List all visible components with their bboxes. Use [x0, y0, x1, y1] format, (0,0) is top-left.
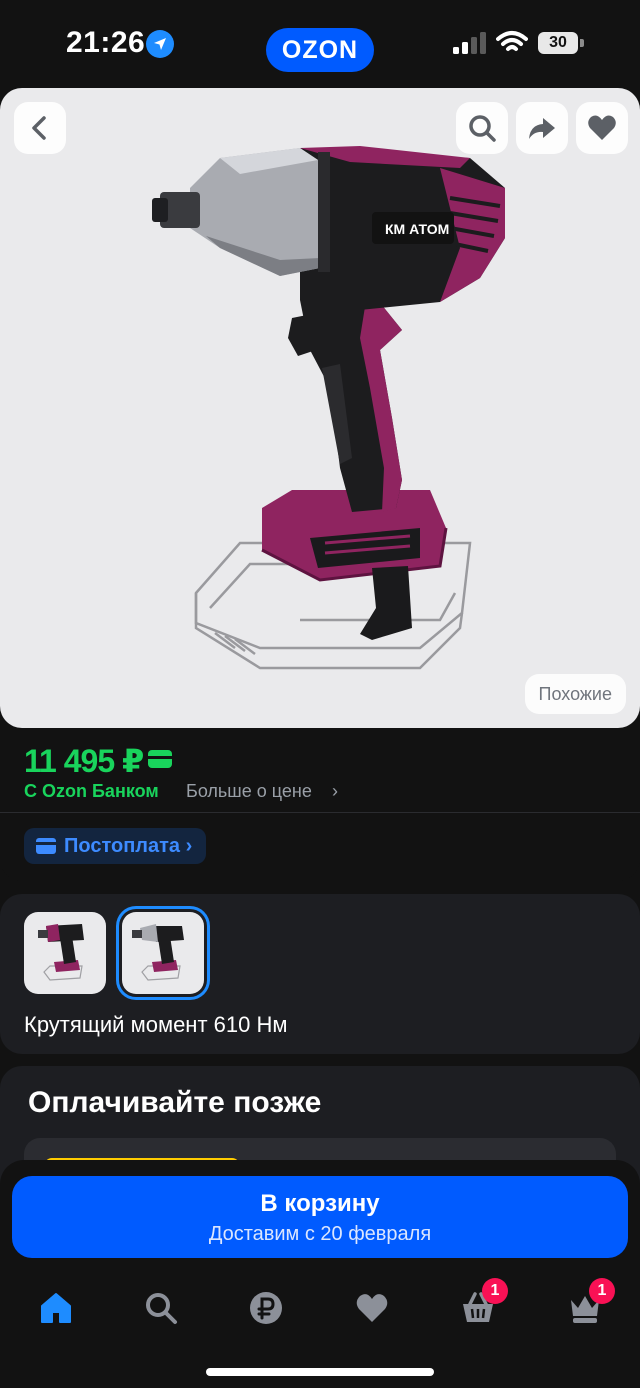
nav-favorites[interactable] — [342, 1282, 402, 1338]
nav-finance[interactable] — [236, 1282, 296, 1338]
profile-badge: 1 — [589, 1278, 615, 1304]
variant-feature-text: Крутящий момент 610 Нм — [24, 1012, 288, 1037]
product-image-card[interactable]: КМ АТОМ Похожие — [0, 88, 640, 728]
search-icon — [469, 115, 496, 142]
add-to-cart-label: В корзину — [260, 1190, 380, 1217]
heart-icon — [588, 115, 616, 140]
share-button[interactable] — [516, 102, 568, 154]
location-arrow-icon — [146, 30, 174, 58]
home-indicator[interactable] — [206, 1368, 434, 1376]
cart-badge: 1 — [482, 1278, 508, 1304]
delivery-date-label: Доставим с 20 февраля — [208, 1223, 432, 1245]
price-amount: 11 495 ₽ — [24, 743, 144, 779]
ruble-icon — [250, 1292, 282, 1324]
variant-thumbnail[interactable] — [24, 912, 106, 994]
share-icon — [529, 118, 555, 139]
battery-level: 30 — [538, 32, 578, 54]
variant-thumbnail-selected[interactable] — [122, 912, 204, 994]
postpay-label: Постоплата › — [64, 835, 193, 857]
home-icon — [41, 1293, 71, 1323]
back-icon — [32, 116, 46, 140]
nav-home[interactable] — [26, 1282, 86, 1338]
add-to-cart-button[interactable]: В корзину Доставим с 20 февраля — [12, 1176, 628, 1258]
status-bar: 21:26 OZON 30 — [0, 0, 640, 88]
bank-card-icon — [148, 750, 172, 768]
nav-cart[interactable]: 1 — [448, 1278, 508, 1338]
product-photo-impact-wrench[interactable]: КМ АТОМ — [0, 88, 640, 728]
search-button[interactable] — [456, 102, 508, 154]
variant-photo — [132, 924, 184, 981]
nav-search[interactable] — [131, 1282, 191, 1338]
ozon-bank-label: С Ozon Банком — [24, 781, 159, 801]
signal-icon — [453, 32, 486, 54]
battery-icon: 30 — [538, 32, 584, 54]
bottom-navigation: 1 1 — [0, 1272, 640, 1388]
more-about-price-link[interactable]: Больше о цене — [186, 781, 312, 802]
nav-profile[interactable]: 1 — [555, 1278, 615, 1338]
brand-label-on-tool: КМ АТОМ — [385, 221, 449, 237]
price-block: 11 495 ₽ С Ozon Банком Больше о цене › — [0, 728, 640, 812]
wifi-icon — [496, 31, 528, 51]
search-icon — [146, 1293, 177, 1324]
variant-photo — [38, 924, 84, 981]
postpay-button[interactable]: Постоплата › — [24, 828, 207, 864]
heart-icon — [356, 1294, 388, 1322]
status-time: 21:26 — [66, 26, 146, 59]
postpay-section: Постоплата › — [0, 813, 640, 881]
variants-card: Крутящий момент 610 Нм — [0, 894, 640, 1054]
ozon-logo[interactable]: OZON — [266, 28, 374, 72]
similar-products-button[interactable]: Похожие — [524, 674, 626, 714]
wallet-icon — [36, 838, 56, 854]
chevron-right-icon[interactable]: › — [332, 781, 338, 802]
battery-tip — [580, 39, 584, 47]
pay-later-title: Оплачивайте позже — [28, 1086, 322, 1119]
favorite-button[interactable] — [576, 102, 628, 154]
back-button[interactable] — [14, 102, 66, 154]
